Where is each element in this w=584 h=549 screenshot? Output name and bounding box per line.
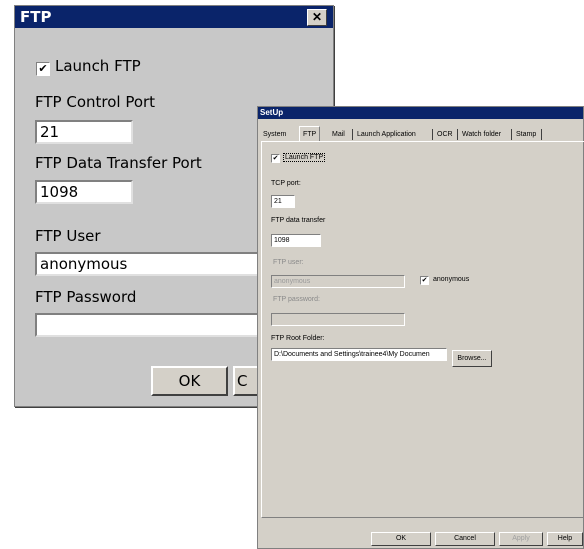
tab-watch-folder[interactable]: Watch folder bbox=[462, 128, 501, 141]
tab-separator bbox=[457, 129, 458, 140]
ftp-user-input[interactable]: anonymous bbox=[271, 275, 405, 288]
ok-button[interactable]: OK bbox=[371, 532, 431, 546]
launch-ftp-label: Launch FTP bbox=[283, 153, 326, 162]
tab-separator bbox=[432, 129, 433, 140]
ftp-password-input[interactable] bbox=[271, 313, 405, 326]
tab-stamp[interactable]: Stamp bbox=[516, 128, 536, 141]
tab-separator bbox=[541, 129, 542, 140]
tab-separator bbox=[511, 129, 512, 140]
tab-launch-application[interactable]: Launch Application bbox=[357, 128, 416, 141]
tab-ocr[interactable]: OCR bbox=[437, 128, 453, 141]
setup-dialog-title: SetUp bbox=[258, 107, 583, 119]
tab-system[interactable]: System bbox=[263, 128, 286, 141]
user-input[interactable]: anonymous bbox=[35, 252, 263, 276]
ftp-password-label: FTP password: bbox=[273, 296, 320, 303]
tab-strip: System FTP Mail Launch Application OCR W… bbox=[261, 126, 583, 142]
data-transfer-label: FTP data transfer bbox=[271, 217, 326, 224]
setup-dialog: SetUp System FTP Mail Launch Application… bbox=[257, 106, 584, 549]
root-folder-label: FTP Root Folder: bbox=[271, 335, 325, 342]
tab-mail[interactable]: Mail bbox=[332, 128, 345, 141]
user-label: FTP User bbox=[35, 227, 101, 245]
browse-button[interactable]: Browse... bbox=[452, 350, 492, 367]
data-port-label: FTP Data Transfer Port bbox=[35, 154, 202, 172]
ftp-user-label: FTP user: bbox=[273, 259, 304, 266]
tab-separator bbox=[352, 129, 353, 140]
tcp-port-label: TCP port: bbox=[271, 180, 301, 187]
data-port-input[interactable]: 1098 bbox=[35, 180, 133, 204]
ok-button[interactable]: OK bbox=[151, 366, 228, 396]
ftp-dialog-title: FTP bbox=[15, 6, 333, 28]
apply-button[interactable]: Apply bbox=[499, 532, 543, 546]
password-label: FTP Password bbox=[35, 288, 137, 306]
password-input[interactable] bbox=[35, 313, 263, 337]
launch-ftp-checkbox[interactable]: ✔ bbox=[271, 154, 280, 163]
launch-ftp-label: Launch FTP bbox=[55, 57, 141, 75]
tab-ftp[interactable]: FTP bbox=[299, 126, 321, 142]
help-button[interactable]: Help bbox=[547, 532, 583, 546]
control-port-input[interactable]: 21 bbox=[35, 120, 133, 144]
data-transfer-input[interactable]: 1098 bbox=[271, 234, 321, 247]
tcp-port-input[interactable]: 21 bbox=[271, 195, 295, 208]
root-folder-input[interactable]: D:\Documents and Settings\trainee4\My Do… bbox=[271, 348, 447, 361]
ftp-tab-panel bbox=[261, 141, 584, 518]
anonymous-checkbox[interactable]: ✔ bbox=[420, 276, 429, 285]
close-icon[interactable]: ✕ bbox=[307, 9, 327, 26]
cancel-button[interactable]: Cancel bbox=[435, 532, 495, 546]
launch-ftp-checkbox[interactable]: ✔ bbox=[36, 62, 50, 76]
control-port-label: FTP Control Port bbox=[35, 93, 156, 111]
anonymous-label: anonymous bbox=[433, 276, 470, 283]
